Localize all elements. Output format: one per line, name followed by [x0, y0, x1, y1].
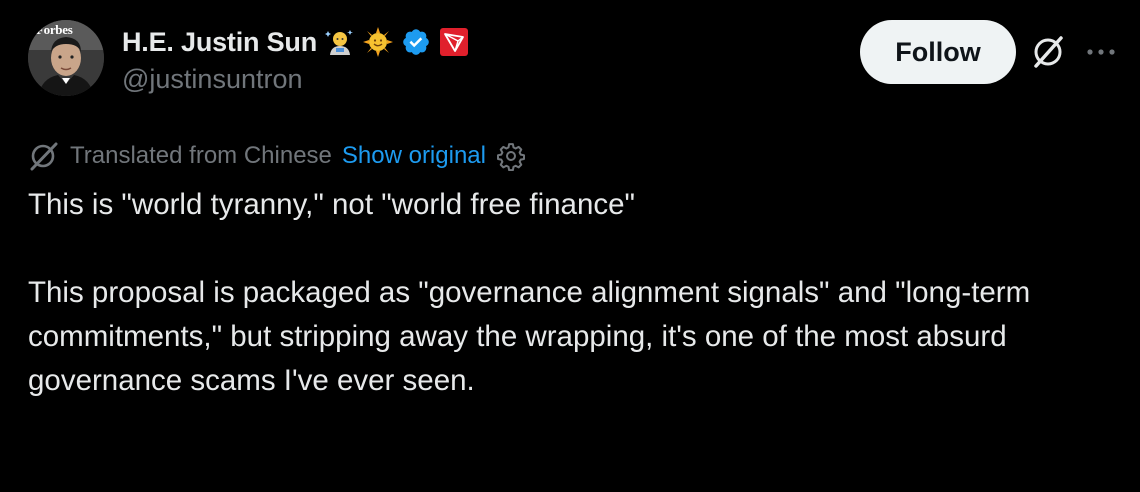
gear-icon[interactable] [496, 141, 526, 171]
astronaut-emoji-icon [325, 27, 355, 57]
follow-button[interactable]: Follow [860, 20, 1016, 84]
translation-row: Translated from Chinese Show original [28, 140, 526, 172]
display-name-row: H.E. Justin Sun [122, 24, 469, 60]
display-name[interactable]: H.E. Justin Sun [122, 27, 317, 58]
grok-icon[interactable] [1030, 34, 1066, 70]
show-original-link[interactable]: Show original [342, 142, 486, 170]
tweet-text: This is "world tyranny," not "world free… [28, 183, 1118, 403]
avatar-forbes-text: Forbes [36, 22, 73, 37]
avatar[interactable]: Forbes [28, 20, 104, 96]
translate-icon [28, 141, 60, 171]
sun-emoji-icon [363, 27, 394, 57]
verified-icon[interactable] [401, 27, 431, 57]
user-handle[interactable]: @justinsuntron [122, 64, 303, 95]
translated-label: Translated from Chinese [70, 142, 332, 169]
tron-logo-icon[interactable] [439, 27, 469, 57]
tweet-paragraph: This proposal is packaged as "governance… [28, 276, 1031, 397]
tweet-paragraph: This is "world tyranny," not "world free… [28, 188, 635, 221]
more-options-icon[interactable] [1084, 40, 1118, 64]
tweet: Forbes H.E. Justin Sun @justinsuntron Fo… [0, 0, 1140, 492]
